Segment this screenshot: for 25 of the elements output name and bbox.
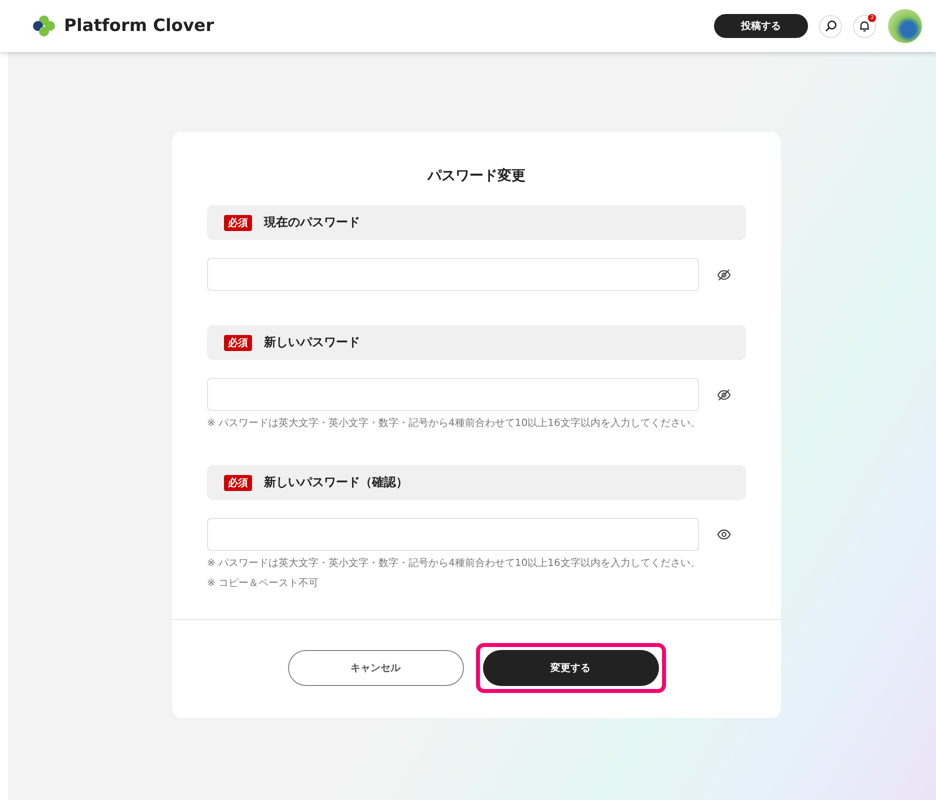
post-button[interactable]: 投稿する [714, 14, 808, 38]
required-badge: 必須 [224, 474, 252, 490]
form-title: パスワード変更 [426, 167, 526, 185]
clover-logo-icon [32, 15, 56, 37]
logo-text: Platform Clover [64, 16, 214, 36]
cancel-button[interactable]: キャンセル [288, 650, 464, 686]
hint-text: ※ パスワードは英大文字・英小文字・数字・記号から4種前合わせて10以上16文字以内を入力してください。 [207, 417, 702, 431]
eye-slash-icon[interactable] [717, 388, 731, 400]
change-button[interactable]: 変更する [482, 650, 658, 686]
password-field[interactable] [207, 378, 699, 411]
required-badge: 必須 [224, 214, 252, 230]
password-field[interactable] [207, 258, 699, 291]
field-label: 新しいパスワード [264, 334, 360, 351]
required-badge: 必須 [224, 334, 252, 350]
field-label: 新しいパスワード（確認） [264, 474, 408, 491]
eye-icon[interactable] [717, 529, 731, 540]
field-label: 現在のパスワード [264, 214, 360, 231]
hint-text: ※ コピー＆ペースト不可 [207, 577, 320, 591]
eye-slash-icon[interactable] [717, 268, 731, 280]
password-field[interactable] [207, 518, 699, 551]
search-button[interactable] [819, 14, 842, 38]
bell-icon [859, 20, 870, 32]
hint-text: ※ パスワードは英大文字・英小文字・数字・記号から4種前合わせて10以上16文字以内を入力してください。 [207, 557, 702, 571]
avatar-photo-placeholder[interactable] [888, 9, 922, 43]
search-icon [824, 20, 836, 32]
